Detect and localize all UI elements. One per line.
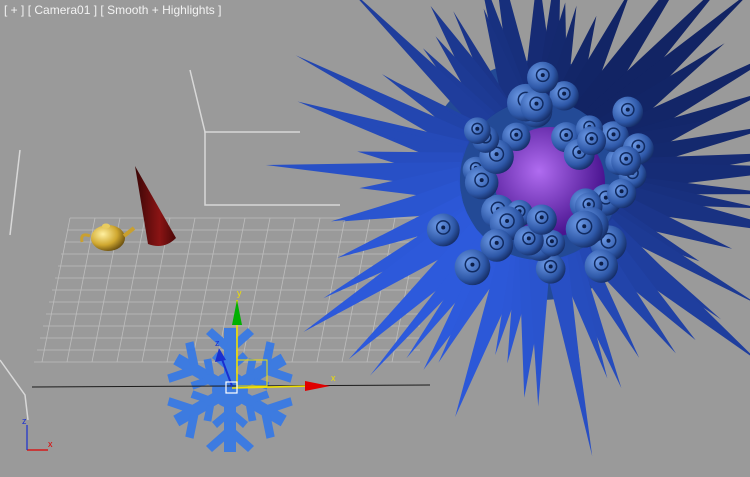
gizmo-axis-z: z xyxy=(215,338,220,348)
urchin-teapot xyxy=(611,145,642,176)
urchin-teapot xyxy=(612,96,644,128)
tripod-z-label: z xyxy=(22,416,27,426)
urchin-teapot xyxy=(565,210,603,248)
urchin-teapot xyxy=(527,61,559,94)
urchin-teapot xyxy=(464,117,491,145)
snowflake-shape[interactable] xyxy=(164,328,295,452)
gizmo-axis-x: x xyxy=(331,373,336,383)
urchin-teapot xyxy=(584,249,619,283)
urchin-teapot xyxy=(454,249,491,286)
scene-canvas[interactable]: y x z x z xyxy=(0,0,750,477)
perspective-viewport[interactable]: [ + ] [ Camera01 ] [ Smooth + Highlights… xyxy=(0,0,750,477)
urchin-teapot xyxy=(526,204,557,235)
urchin-teapot xyxy=(520,89,553,123)
axis-tripod: x z xyxy=(22,416,53,451)
urchin-teapot xyxy=(606,178,637,209)
urchin-teapot xyxy=(577,126,607,156)
gizmo-axis-y: y xyxy=(237,288,242,298)
spiky-sphere-object[interactable] xyxy=(265,0,750,457)
urchin-teapot xyxy=(426,213,460,247)
cone-red[interactable] xyxy=(135,166,176,246)
home-grid xyxy=(0,69,340,421)
tripod-x-label: x xyxy=(48,439,53,449)
